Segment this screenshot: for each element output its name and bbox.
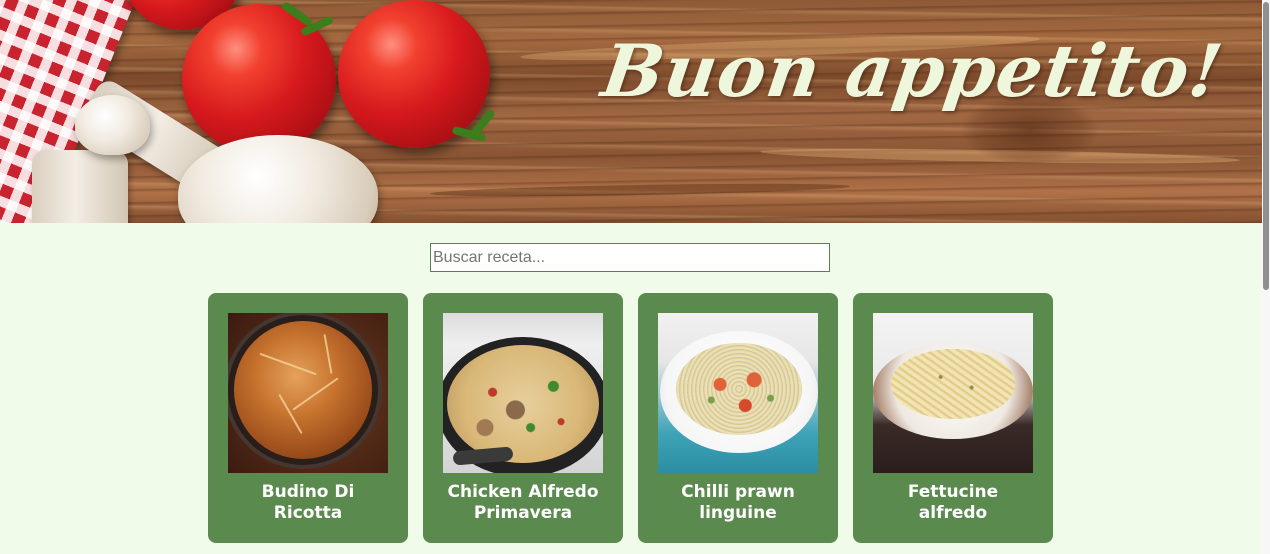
tomato-decoration <box>338 0 490 148</box>
recipe-title: Chilli prawn linguine <box>681 482 795 523</box>
page: Buon appetito! Budino Di Ricotta Chicken… <box>0 0 1270 554</box>
recipe-title: Fettucine alfredo <box>907 482 999 523</box>
recipe-title: Chicken Alfredo Primavera <box>447 482 599 523</box>
wood-grain <box>429 181 851 199</box>
recipe-card[interactable]: Budino Di Ricotta <box>208 293 408 543</box>
ricotta-cake-photo <box>228 313 388 473</box>
chicken-alfredo-photo <box>443 313 603 473</box>
hero-banner: Buon appetito! <box>0 0 1262 223</box>
mushroom-decoration <box>75 95 150 155</box>
recipe-card[interactable]: Chilli prawn linguine <box>638 293 838 543</box>
mushroom-decoration <box>32 150 128 223</box>
search-input[interactable] <box>430 243 830 272</box>
scrollbar-thumb[interactable] <box>1263 2 1269 290</box>
page-title: Buon appetito! <box>596 28 1228 113</box>
prawn-linguine-photo <box>658 313 818 473</box>
recipe-card[interactable]: Fettucine alfredo <box>853 293 1053 543</box>
recipe-grid: Budino Di Ricotta Chicken Alfredo Primav… <box>208 293 1053 543</box>
recipe-card[interactable]: Chicken Alfredo Primavera <box>423 293 623 543</box>
fettucine-photo <box>873 313 1033 473</box>
recipe-title: Budino Di Ricotta <box>261 482 355 523</box>
